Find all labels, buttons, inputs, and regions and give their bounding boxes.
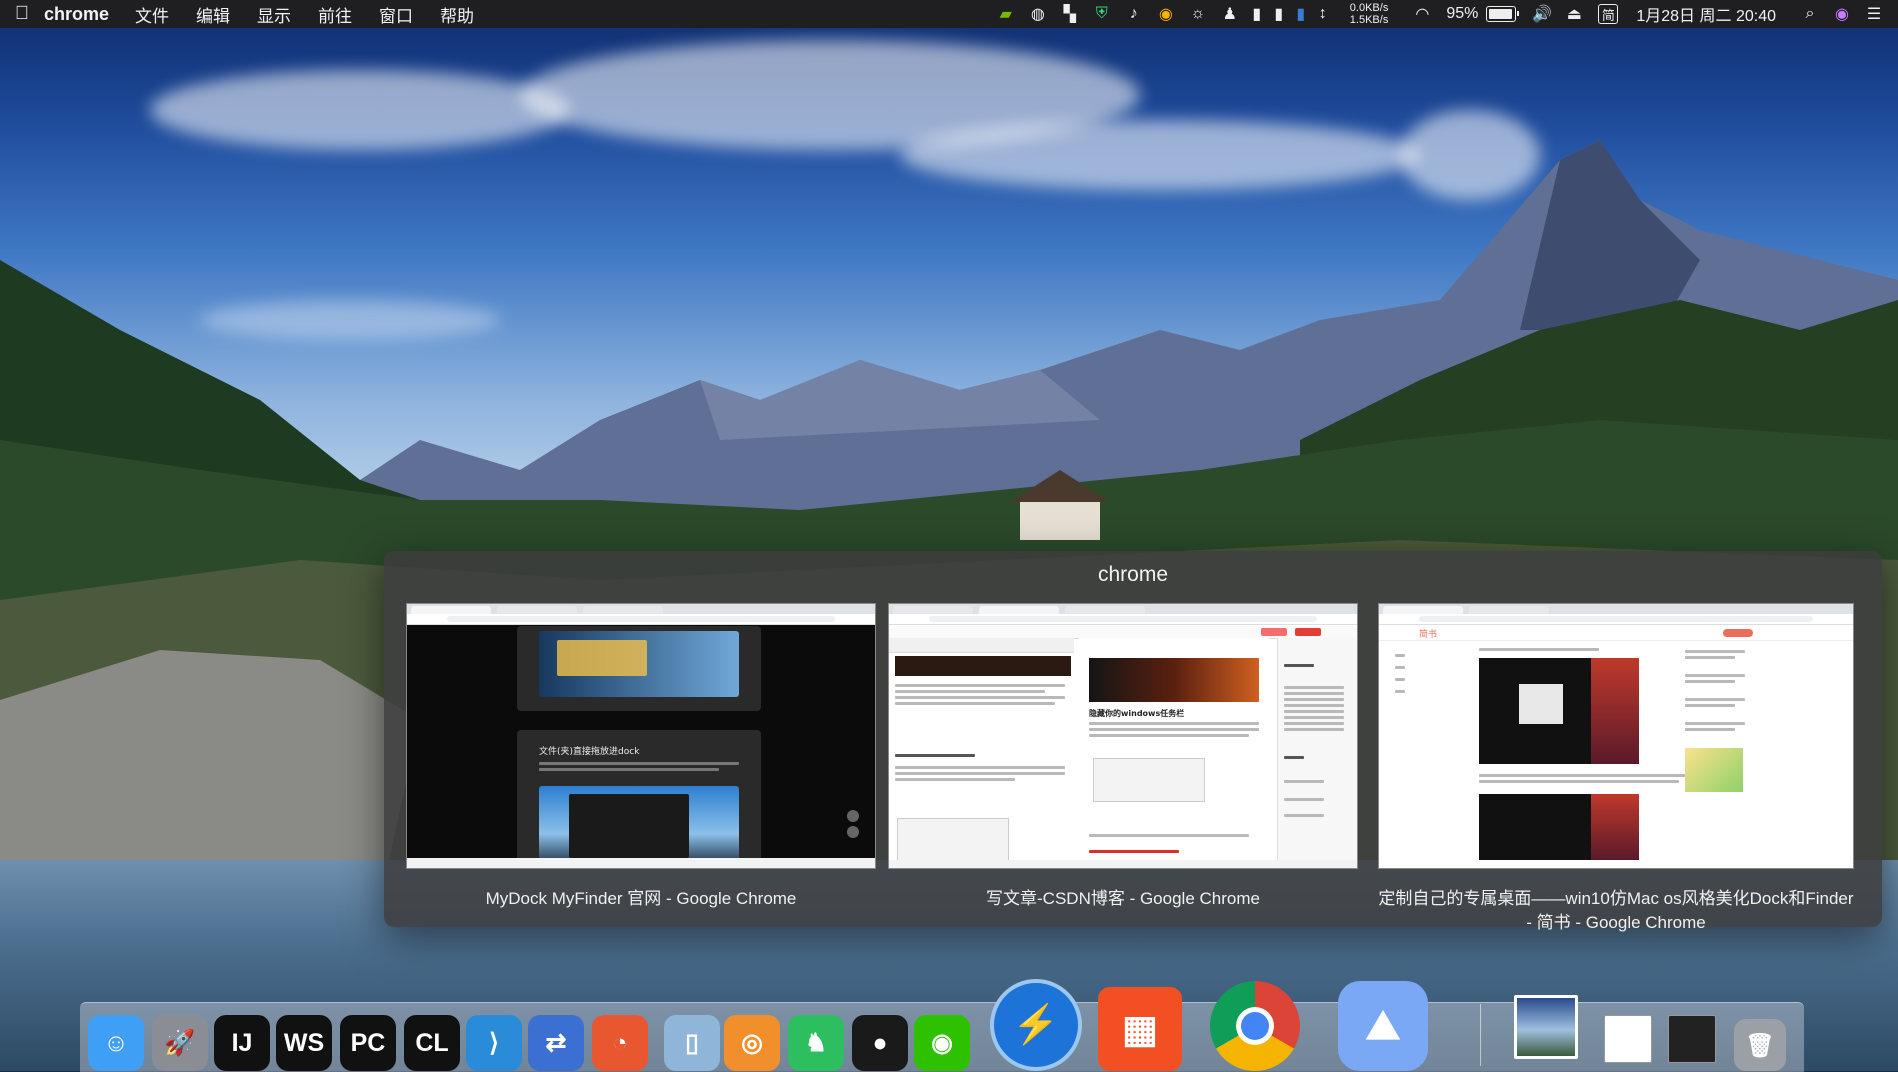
recycle-bin-icon[interactable]: ▯ bbox=[664, 1015, 720, 1071]
qq-icon[interactable]: ● bbox=[852, 1015, 908, 1071]
ssd-meter-icon: ▮ bbox=[1274, 6, 1284, 23]
thumb-address-bar bbox=[889, 614, 1357, 625]
window-caption: MyDock MyFinder 官网 - Google Chrome bbox=[485, 889, 797, 908]
eject-icon[interactable]: ⏏ bbox=[1558, 0, 1590, 28]
menu-bar:  chrome 文件 编辑 显示 前往 窗口 帮助 ▰ ◍ ▚ ⛨ ♪ ◉ ☼… bbox=[0, 0, 1898, 28]
notification-center-icon[interactable]: ☰ bbox=[1858, 0, 1890, 28]
swift-icon[interactable]: ◔ bbox=[592, 1015, 648, 1071]
user-icon[interactable]: ♟ bbox=[1214, 0, 1246, 28]
battery-icon[interactable] bbox=[1486, 6, 1520, 22]
photos-icon[interactable]: ⛰ bbox=[1338, 981, 1428, 1071]
webstorm-icon[interactable]: WS bbox=[276, 1015, 332, 1071]
thumb-heading: 文件(夹)直接拖放进dock bbox=[539, 747, 640, 757]
thunder-icon[interactable]: ⚡ bbox=[990, 979, 1082, 1071]
intellij-icon[interactable]: IJ bbox=[214, 1015, 270, 1071]
color-app-icon[interactable]: ◎ bbox=[724, 1015, 780, 1071]
window-thumbnail[interactable]: 简书 bbox=[1378, 603, 1854, 869]
switcher-window-csdn[interactable]: 隐藏你的windows任务栏 写文章-CSDN博客 - Google Chrom… bbox=[888, 603, 1358, 911]
memory-meter-icon: ▮ bbox=[1296, 6, 1306, 23]
thumb-address-bar bbox=[1379, 614, 1853, 625]
wifi-icon[interactable]: ◠ bbox=[1406, 0, 1438, 28]
weather-icon[interactable]: ◉ bbox=[1150, 0, 1182, 28]
dock-separator bbox=[1480, 1004, 1481, 1066]
menu-help[interactable]: 帮助 bbox=[440, 2, 474, 27]
chrome-window-thumb-icon[interactable] bbox=[1604, 1015, 1652, 1063]
desktop-thumb-icon[interactable] bbox=[1514, 995, 1578, 1059]
vscode-icon[interactable]: ⟩ bbox=[466, 1015, 522, 1071]
thumb-tab-bar bbox=[1379, 604, 1853, 614]
net-upload: 0.0KB/s bbox=[1349, 2, 1389, 14]
evernote-icon[interactable]: ♞ bbox=[788, 1015, 844, 1071]
menu-edit[interactable]: 编辑 bbox=[196, 2, 230, 27]
menu-view[interactable]: 显示 bbox=[257, 2, 291, 27]
battery-fill bbox=[1489, 9, 1513, 19]
network-tool-icon[interactable]: ⇄ bbox=[528, 1015, 584, 1071]
window-switcher: chrome 文件(夹)直接拖放进dock MyDock MyFinder 官网… bbox=[384, 551, 1882, 932]
menu-file[interactable]: 文件 bbox=[135, 2, 169, 27]
switcher-window-jianshu[interactable]: 简书 定制自己的专属桌面——win10仿Mac os风格美化Dock和Finde… bbox=[1378, 603, 1854, 935]
terminal-thumb-icon[interactable] bbox=[1668, 1015, 1716, 1063]
menu-clock[interactable]: 1月28日 周二 20:40 bbox=[1636, 2, 1776, 26]
thumb-heading: 隐藏你的windows任务栏 bbox=[1089, 709, 1185, 718]
finder-icon[interactable]: ☺ bbox=[88, 1015, 144, 1071]
chrome-icon[interactable] bbox=[1210, 981, 1300, 1071]
app-menu-chrome[interactable]: chrome bbox=[44, 4, 109, 25]
thumb-tab-bar bbox=[889, 604, 1357, 614]
office-icon[interactable]: ▦ bbox=[1098, 987, 1182, 1071]
window-thumbnail[interactable]: 文件(夹)直接拖放进dock bbox=[406, 603, 876, 869]
disk-meter-icon: ↕ bbox=[1318, 5, 1327, 22]
apple-menu-icon[interactable]:  bbox=[0, 3, 44, 25]
volume-icon[interactable]: 🔊 bbox=[1526, 0, 1558, 28]
thumb-heading: 简书 bbox=[1419, 630, 1438, 640]
switcher-title: chrome bbox=[1097, 563, 1169, 586]
bookmark-icon[interactable]: ▚ bbox=[1054, 0, 1086, 28]
thumb-tab-bar bbox=[407, 604, 875, 614]
battery-percent: 95% bbox=[1446, 5, 1479, 22]
launchpad-icon[interactable]: 🚀 bbox=[152, 1015, 208, 1071]
thumb-address-bar bbox=[407, 614, 875, 625]
brightness-icon[interactable]: ☼ bbox=[1182, 0, 1214, 28]
cpu-meter-icon: ▮ bbox=[1252, 6, 1262, 23]
network-speed: 0.0KB/s 1.5KB/s bbox=[1350, 2, 1389, 26]
nvidia-icon[interactable]: ▰ bbox=[990, 0, 1022, 28]
pycharm-icon[interactable]: PC bbox=[340, 1015, 396, 1071]
window-thumbnail[interactable]: 隐藏你的windows任务栏 bbox=[888, 603, 1358, 869]
window-caption: 定制自己的专属桌面——win10仿Mac os风格美化Dock和Finder -… bbox=[1378, 889, 1854, 932]
net-download: 1.5KB/s bbox=[1349, 14, 1389, 26]
switcher-window-mydock[interactable]: 文件(夹)直接拖放进dock MyDock MyFinder 官网 - Goog… bbox=[406, 603, 876, 911]
wechat-tray-icon[interactable]: ◍ bbox=[1022, 0, 1054, 28]
shield-icon[interactable]: ⛨ bbox=[1086, 0, 1118, 28]
trash-icon[interactable]: 🗑 bbox=[1734, 1019, 1786, 1071]
menu-go[interactable]: 前往 bbox=[318, 2, 352, 27]
notification-bell-icon[interactable]: ♪ bbox=[1118, 0, 1150, 28]
input-method-icon[interactable]: 简 bbox=[1598, 4, 1619, 24]
wechat-icon[interactable]: ◉ bbox=[914, 1015, 970, 1071]
siri-icon[interactable]: ◉ bbox=[1826, 0, 1858, 28]
window-caption: 写文章-CSDN博客 - Google Chrome bbox=[986, 889, 1260, 908]
menu-window[interactable]: 窗口 bbox=[379, 2, 413, 27]
spotlight-search-icon[interactable]: ⌕ bbox=[1794, 0, 1826, 28]
clion-icon[interactable]: CL bbox=[404, 1015, 460, 1071]
